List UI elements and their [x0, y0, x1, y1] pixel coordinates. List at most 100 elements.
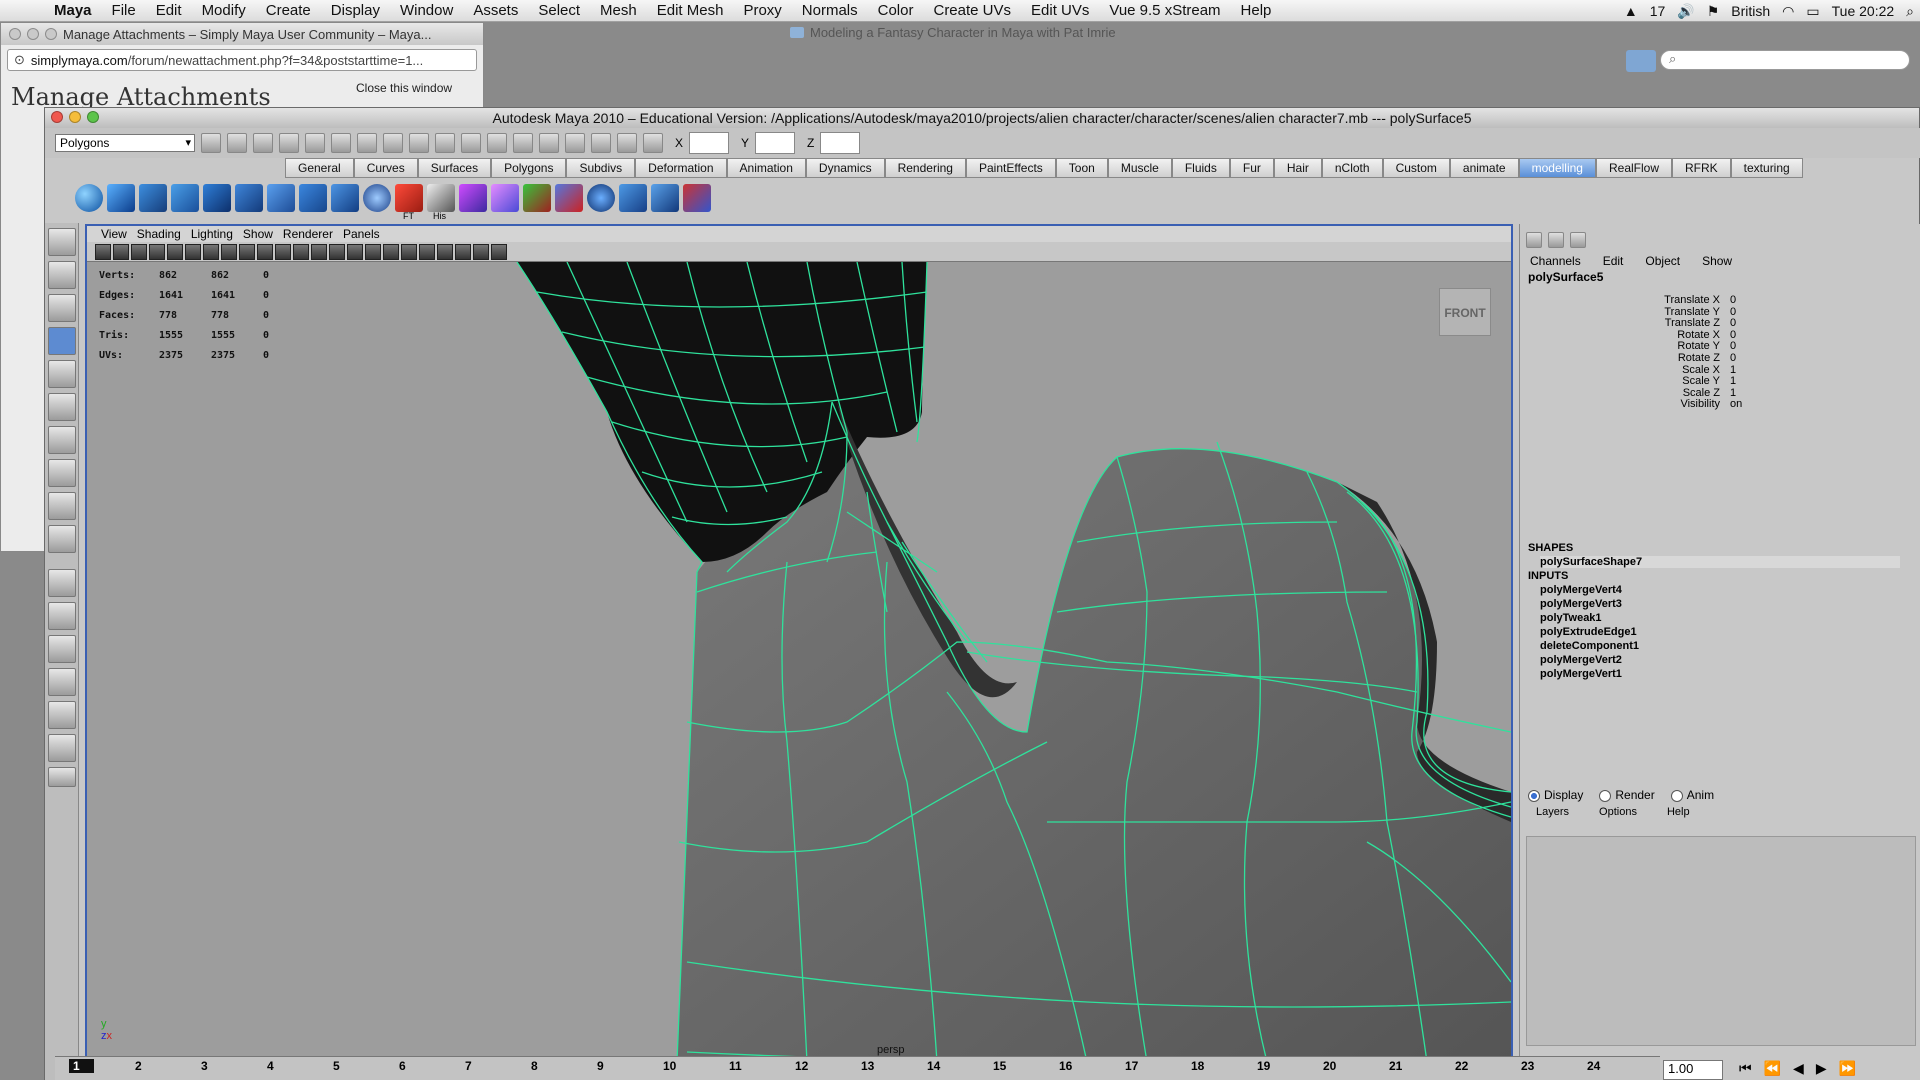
poly-plane-icon[interactable] [171, 184, 199, 212]
menu-mesh[interactable]: Mesh [590, 2, 647, 19]
save-scene-icon[interactable] [253, 133, 273, 153]
volume-icon[interactable]: 🔊 [1677, 3, 1694, 20]
layer-list[interactable] [1526, 836, 1916, 1046]
zoom-icon[interactable] [45, 28, 57, 40]
universal-manip-icon[interactable] [48, 426, 76, 454]
grid-icon[interactable] [185, 243, 201, 260]
shadows-icon[interactable] [401, 243, 417, 260]
attr-value[interactable]: 0 [1730, 340, 1736, 352]
attr-value[interactable]: on [1730, 398, 1742, 410]
history-node[interactable]: deleteComponent1 [1540, 640, 1639, 652]
finder-search-input[interactable]: ⌕ [1660, 50, 1910, 70]
hypershade-layout-icon[interactable] [48, 701, 76, 729]
attr-value[interactable]: 0 [1730, 294, 1736, 306]
move-tool-icon[interactable] [48, 327, 76, 355]
menu-display[interactable]: Display [321, 2, 390, 19]
render-settings-icon[interactable] [617, 133, 637, 153]
history-node[interactable]: polyMergeVert1 [1540, 668, 1622, 680]
delete-history-icon[interactable]: His [427, 184, 455, 221]
menu-normals[interactable]: Normals [792, 2, 868, 19]
channel-box-toggle-icon[interactable] [1526, 232, 1542, 248]
menu-vue[interactable]: Vue 9.5 xStream [1099, 2, 1230, 19]
shelf-tab-custom[interactable]: Custom [1382, 158, 1450, 178]
soft-select-icon[interactable] [683, 184, 711, 212]
single-view-icon[interactable] [48, 569, 76, 597]
shelf-tab-fur[interactable]: Fur [1229, 158, 1274, 178]
separate-icon[interactable] [235, 184, 263, 212]
snap-curve-icon[interactable] [383, 133, 403, 153]
panel-menu-view[interactable]: View [101, 226, 127, 242]
render-layer-radio[interactable]: Render [1599, 788, 1655, 802]
average-vertices-icon[interactable] [363, 184, 391, 212]
history-node[interactable]: polyMergeVert3 [1540, 598, 1622, 610]
panel-menu-renderer[interactable]: Renderer [283, 226, 333, 242]
shelf-tab-dynamics[interactable]: Dynamics [805, 158, 885, 178]
menu-set-dropdown[interactable]: Polygons [55, 134, 195, 152]
shape-node[interactable]: polySurfaceShape7 [1540, 556, 1900, 568]
panel-menu-lighting[interactable]: Lighting [191, 226, 233, 242]
clock[interactable]: Tue 20:22 [1832, 3, 1895, 19]
persp-graph-outliner-icon[interactable] [48, 734, 76, 762]
shelf-tab-rendering[interactable]: Rendering [884, 158, 966, 178]
construction-history-icon[interactable] [513, 133, 533, 153]
history-node[interactable]: polyMergeVert4 [1540, 584, 1622, 596]
panel-menu-shading[interactable]: Shading [137, 226, 181, 242]
show-manip-icon[interactable] [48, 492, 76, 520]
layout-dropdown-icon[interactable] [48, 767, 76, 787]
shelf-tab-surfaces[interactable]: Surfaces [417, 158, 492, 178]
help-menu[interactable]: Help [1667, 806, 1690, 818]
shelf-tab-curves[interactable]: Curves [353, 158, 418, 178]
persp-outliner-icon[interactable] [48, 635, 76, 663]
attr-name[interactable]: Scale Y [1580, 375, 1720, 387]
play-back-icon[interactable]: ◀ [1793, 1060, 1804, 1077]
wireframe-icon[interactable] [311, 243, 327, 260]
attribute-editor-toggle-icon[interactable] [1548, 232, 1564, 248]
camera-attributes-icon[interactable] [131, 243, 147, 260]
play-forward-icon[interactable]: ▶ [1816, 1060, 1827, 1077]
combine-icon[interactable] [203, 184, 231, 212]
step-back-icon[interactable]: ⏪ [1764, 1060, 1781, 1077]
attr-value[interactable]: 0 [1730, 317, 1736, 329]
freeze-transform-icon[interactable]: FT [395, 184, 423, 221]
menu-window[interactable]: Window [390, 2, 463, 19]
menu-edit[interactable]: Edit [146, 2, 192, 19]
attr-name[interactable]: Rotate Y [1580, 340, 1720, 352]
panel-menu-show[interactable]: Show [243, 226, 273, 242]
minimize-icon[interactable] [69, 111, 81, 123]
menu-create[interactable]: Create [256, 2, 321, 19]
menu-edit-mesh[interactable]: Edit Mesh [647, 2, 734, 19]
mirror-icon[interactable] [651, 184, 679, 212]
zoom-icon[interactable] [87, 111, 99, 123]
close-icon[interactable] [51, 111, 63, 123]
show-menu[interactable]: Show [1702, 254, 1732, 268]
xray-icon[interactable] [437, 243, 453, 260]
select-camera-icon[interactable] [95, 243, 111, 260]
edit-menu[interactable]: Edit [1603, 254, 1624, 268]
z-field[interactable] [820, 132, 861, 154]
safe-title-icon[interactable] [293, 243, 309, 260]
select-component-icon[interactable] [331, 133, 351, 153]
extrude-icon[interactable] [523, 184, 551, 212]
spotlight-icon[interactable]: ⌕ [1906, 3, 1914, 20]
menu-modify[interactable]: Modify [192, 2, 256, 19]
menu-file[interactable]: File [102, 2, 146, 19]
history-node[interactable]: polyMergeVert2 [1540, 654, 1622, 666]
menu-color[interactable]: Color [868, 2, 924, 19]
object-menu[interactable]: Object [1645, 254, 1680, 268]
textured-icon[interactable] [365, 243, 381, 260]
paint-select-icon[interactable] [48, 294, 76, 322]
bookmarks-icon[interactable] [149, 243, 165, 260]
viewcube[interactable]: FRONT [1439, 288, 1491, 336]
safe-action-icon[interactable] [275, 243, 291, 260]
select-object-icon[interactable] [305, 133, 325, 153]
channels-menu[interactable]: Channels [1530, 254, 1581, 268]
menu-proxy[interactable]: Proxy [733, 2, 791, 19]
attr-value[interactable]: 1 [1730, 387, 1736, 399]
snap-point-icon[interactable] [409, 133, 429, 153]
isolate-select-icon[interactable] [419, 243, 435, 260]
selected-object-name[interactable]: polySurface5 [1528, 270, 1603, 284]
attr-value[interactable]: 0 [1730, 329, 1736, 341]
use-lights-icon[interactable] [383, 243, 399, 260]
gate-mask-icon[interactable] [239, 243, 255, 260]
x-field[interactable] [689, 132, 730, 154]
